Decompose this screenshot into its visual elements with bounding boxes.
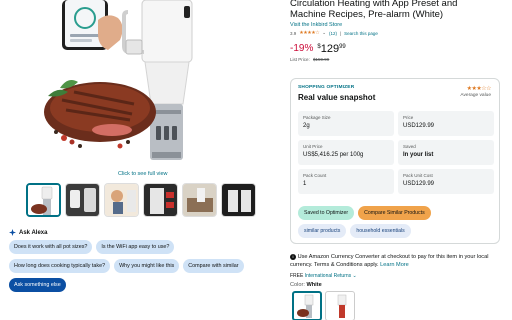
search-page-link[interactable]: Search this page xyxy=(344,31,378,36)
tag-similar-products[interactable]: similar products xyxy=(298,224,347,238)
discount-badge: -19% xyxy=(290,43,314,54)
ask-chips: Does it work with all pot sizes? Is the … xyxy=(9,240,271,292)
optimizer-cell: Pack Unit Cost USD129.99 xyxy=(398,169,494,194)
list-price: List Price: $159.99 xyxy=(290,57,512,62)
store-link[interactable]: Visit the Inkbird Store xyxy=(290,22,512,28)
ask-chip[interactable]: Why you might like this xyxy=(114,259,180,273)
main-product-image[interactable] xyxy=(0,0,286,168)
cell-value: 2g xyxy=(303,123,310,129)
thumbnail-1[interactable] xyxy=(26,183,61,217)
currency-converter-note: i Use Amazon Currency Converter at check… xyxy=(290,253,512,269)
free-returns: FREE International Returns ⌄ xyxy=(290,273,357,279)
sous-vide-image xyxy=(44,0,193,160)
chevron-down-icon[interactable]: ⌄ xyxy=(322,30,326,36)
product-title: Circulation Heating with App Preset and … xyxy=(290,0,512,20)
thumbnail-4[interactable] xyxy=(143,183,178,217)
compare-similar-button[interactable]: Compare Similar Products xyxy=(358,206,431,220)
optimizer-cell: Price USD129.99 xyxy=(398,111,494,136)
cell-value: USD129.99 xyxy=(403,123,435,129)
price: $ 129 99 xyxy=(317,43,345,55)
tag-household-essentials[interactable]: household essentials xyxy=(350,224,411,238)
star-rating-icon[interactable]: ★★★★☆ xyxy=(299,30,319,36)
price-row: -19% $ 129 99 xyxy=(290,43,512,55)
rating-row: 3.9 ★★★★☆ ⌄ (12) | Search this page xyxy=(290,30,512,36)
swatch-alt[interactable] xyxy=(325,291,355,320)
color-swatches xyxy=(292,291,355,320)
swatch-white[interactable] xyxy=(292,291,322,320)
chevron-down-icon[interactable]: ⌄ xyxy=(353,273,357,279)
rating-value: 3.9 xyxy=(290,30,297,36)
price-whole: 129 xyxy=(320,43,340,55)
ask-something-else-button[interactable]: Ask something else xyxy=(9,278,66,292)
thumbnail-6[interactable] xyxy=(221,183,256,217)
ask-chip[interactable]: How long does cooking typically take? xyxy=(9,259,111,273)
cell-key: Unit Price xyxy=(303,144,323,149)
optimizer-cell: Pack Count 1 xyxy=(298,169,394,194)
list-price-label: List Price: xyxy=(290,57,310,62)
thumbnail-5[interactable] xyxy=(182,183,217,217)
ask-alexa-heading: Ask Alexa xyxy=(9,229,47,236)
cell-value: In your list xyxy=(403,152,434,158)
learn-more-link[interactable]: Learn More xyxy=(380,262,409,268)
optimizer-tags: similar products household essentials xyxy=(298,224,411,238)
ask-chip[interactable]: Is the WiFi app easy to use? xyxy=(96,240,175,254)
optimizer-cell: Saved In your list xyxy=(398,140,494,165)
product-title-line: Circulation Heating with App Preset and xyxy=(290,0,458,9)
product-details: Circulation Heating with App Preset and … xyxy=(290,0,512,320)
cell-value: USD129.99 xyxy=(403,181,435,187)
product-title-line: Machine Recipes, Pre-alarm (White) xyxy=(290,9,444,20)
value-stars-icon: ★★★☆☆ xyxy=(466,86,492,92)
cell-key: Pack Unit Cost xyxy=(403,173,433,178)
optimizer-cell: Package Size 2g xyxy=(298,111,394,136)
info-icon: i xyxy=(290,253,296,260)
ask-alexa-title: Ask Alexa xyxy=(19,229,48,236)
thumbnail-3[interactable] xyxy=(104,183,139,217)
international-returns-link[interactable]: International Returns xyxy=(305,273,351,279)
see-full-view-link[interactable]: Click to see full view xyxy=(118,171,168,177)
color-label: Color: xyxy=(290,282,305,288)
cell-key: Saved xyxy=(403,144,416,149)
optimizer-buttons: Saved to Optimizer Compare Similar Produ… xyxy=(298,206,431,220)
rating-count[interactable]: (12) xyxy=(329,31,337,36)
price-cents: 99 xyxy=(339,44,346,50)
alexa-icon xyxy=(9,229,16,236)
cell-key: Pack Count xyxy=(303,173,327,178)
optimizer-grid: Package Size 2g Price USD129.99 Unit Price… xyxy=(298,111,494,194)
list-price-value: $159.99 xyxy=(313,57,330,62)
saved-to-optimizer-button[interactable]: Saved to Optimizer xyxy=(298,206,355,220)
cell-value: US$5,416.25 per 100g xyxy=(303,152,364,158)
cell-key: Price xyxy=(403,115,414,120)
thumbnail-2[interactable] xyxy=(65,183,100,217)
value-rating-label: Average value xyxy=(460,93,491,98)
thumbnail-strip xyxy=(26,183,256,217)
product-page: Click to see full view Ask Alexa Does it… xyxy=(0,0,512,320)
divider: | xyxy=(339,30,342,36)
optimizer-cell: Unit Price US$5,416.25 per 100g xyxy=(298,140,394,165)
ask-chip[interactable]: Does it work with all pot sizes? xyxy=(9,240,93,254)
color-value: White xyxy=(306,282,322,288)
ask-chip[interactable]: Compare with similar xyxy=(183,259,244,273)
shopping-optimizer-panel: SHOPPING OPTIMIZER Real value snapshot ★… xyxy=(290,78,500,244)
cell-value: 1 xyxy=(303,181,307,187)
optimizer-rating: ★★★☆☆ Average value xyxy=(460,85,491,98)
image-gallery: Click to see full view Ask Alexa Does it… xyxy=(0,0,286,320)
cell-key: Package Size xyxy=(303,115,331,120)
free-label: FREE xyxy=(290,273,304,279)
color-selector-label: Color: White xyxy=(290,282,322,288)
